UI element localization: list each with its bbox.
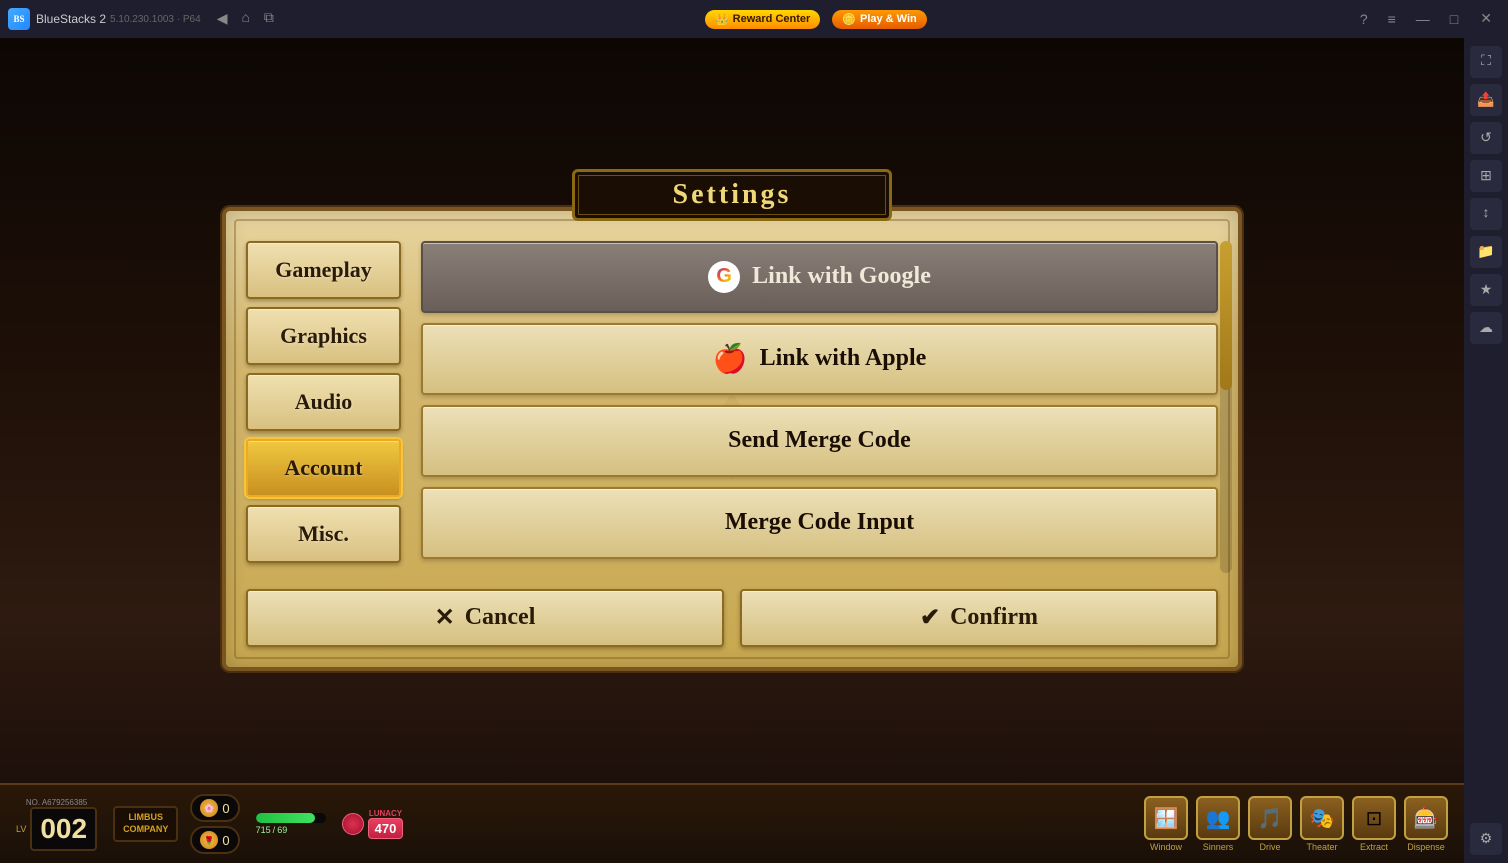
sidebar-icon-5[interactable]: 📁 bbox=[1470, 236, 1502, 268]
hud-action-sinners[interactable]: 👥 Sinners bbox=[1196, 796, 1240, 852]
send-merge-button[interactable]: Send Merge Code bbox=[421, 405, 1218, 477]
back-button[interactable]: ◀ bbox=[213, 9, 232, 30]
level-value: 002 bbox=[30, 807, 97, 851]
hud-logo: LIMBUS COMPANY bbox=[113, 806, 178, 841]
drive-icon: 🎵 bbox=[1248, 796, 1292, 840]
currency-1-icon: 🌸 bbox=[200, 799, 218, 817]
lunacy-label: LUNACY bbox=[369, 809, 402, 818]
app-version: 5.10.230.1003 · P64 bbox=[110, 14, 201, 25]
apple-icon: 🍎 bbox=[713, 342, 748, 376]
nav-btn-graphics[interactable]: Graphics bbox=[246, 307, 401, 365]
settings-title-banner: Settings bbox=[572, 169, 892, 221]
titlebar-actions: ? ≡ — □ ✕ bbox=[1354, 9, 1500, 30]
dispense-icon: 🎰 bbox=[1404, 796, 1448, 840]
link-apple-button[interactable]: 🍎 Link with Apple bbox=[421, 323, 1218, 395]
reward-crown-icon: 👑 bbox=[715, 13, 729, 26]
settings-content: Gameplay Graphics Audio Account Misc. bbox=[246, 241, 1218, 573]
confirm-button[interactable]: ✔ Confirm bbox=[740, 589, 1218, 647]
settings-right: G Link with Google 🍎 Link with Apple Sen… bbox=[421, 241, 1218, 573]
currency-2-icon: 🌹 bbox=[200, 831, 218, 849]
nav-btn-misc[interactable]: Misc. bbox=[246, 505, 401, 563]
hp-bar-track bbox=[256, 813, 326, 823]
lv-label: LV bbox=[16, 824, 26, 834]
scrollbar-thumb[interactable] bbox=[1220, 241, 1232, 390]
app-logo: BS bbox=[8, 8, 30, 30]
confirm-icon: ✔ bbox=[920, 603, 940, 632]
close-button[interactable]: ✕ bbox=[1472, 9, 1500, 30]
sidebar-icon-2[interactable]: ↺ bbox=[1470, 122, 1502, 154]
play-win-coin-icon: 🪙 bbox=[842, 13, 856, 26]
hud-currency-1: 🌸 0 bbox=[190, 794, 239, 822]
modal-overlay: Settings ⚜ Gameplay Graphics bbox=[0, 38, 1464, 863]
titlebar-center: 👑 Reward Center 🪙 Play & Win bbox=[278, 10, 1354, 29]
multi-button[interactable]: ⧉ bbox=[260, 9, 278, 29]
bottom-hud: NO. A679256385 LV 002 LIMBUS COMPANY 🌸 0… bbox=[0, 783, 1464, 863]
hud-action-dispense[interactable]: 🎰 Dispense bbox=[1404, 796, 1448, 852]
minimize-button[interactable]: — bbox=[1410, 9, 1436, 29]
play-win-button[interactable]: 🪙 Play & Win bbox=[832, 10, 926, 29]
nav-btn-account[interactable]: Account bbox=[246, 439, 401, 497]
hud-level: NO. A679256385 LV 002 bbox=[16, 798, 97, 851]
game-area: Settings ⚜ Gameplay Graphics bbox=[0, 38, 1464, 863]
reward-center-button[interactable]: 👑 Reward Center bbox=[705, 10, 820, 29]
maximize-button[interactable]: □ bbox=[1444, 9, 1464, 29]
home-button[interactable]: ⌂ bbox=[237, 9, 253, 29]
level-label: NO. A679256385 bbox=[26, 798, 87, 807]
hud-action-drive[interactable]: 🎵 Drive bbox=[1248, 796, 1292, 852]
scrollbar-track[interactable] bbox=[1220, 241, 1232, 573]
hp-max: 69 bbox=[277, 825, 287, 835]
help-button[interactable]: ? bbox=[1354, 9, 1374, 29]
settings-panel: ⚜ Gameplay Graphics Audio bbox=[222, 207, 1242, 671]
titlebar: BS BlueStacks 2 5.10.230.1003 · P64 ◀ ⌂ … bbox=[0, 0, 1508, 38]
link-google-button[interactable]: G Link with Google bbox=[421, 241, 1218, 313]
google-icon: G bbox=[708, 261, 740, 293]
sidebar-icon-0[interactable]: ⛶ bbox=[1470, 46, 1502, 78]
cancel-icon: ✕ bbox=[435, 603, 455, 632]
merge-code-input-button[interactable]: Merge Code Input bbox=[421, 487, 1218, 559]
settings-title: Settings bbox=[673, 179, 792, 211]
settings-container: Settings ⚜ Gameplay Graphics bbox=[222, 191, 1242, 671]
sidebar-icon-1[interactable]: 📤 bbox=[1470, 84, 1502, 116]
sidebar-icon-4[interactable]: ↕ bbox=[1470, 198, 1502, 230]
nav-btn-audio[interactable]: Audio bbox=[246, 373, 401, 431]
hud-hp-bar: 715 / 69 bbox=[256, 813, 326, 835]
extract-icon: ⊡ bbox=[1352, 796, 1396, 840]
sidebar-icon-3[interactable]: ⊞ bbox=[1470, 160, 1502, 192]
cancel-button[interactable]: ✕ Cancel bbox=[246, 589, 724, 647]
lunacy-icon bbox=[342, 813, 364, 835]
hp-current: 715 bbox=[256, 825, 271, 835]
hud-actions: 🪟 Window 👥 Sinners 🎵 Drive 🎭 Theater ⊡ E… bbox=[1144, 796, 1448, 852]
window-icon: 🪟 bbox=[1144, 796, 1188, 840]
settings-bottom: ✕ Cancel ✔ Confirm bbox=[246, 589, 1218, 647]
sinners-icon: 👥 bbox=[1196, 796, 1240, 840]
hp-bar-fill bbox=[256, 813, 316, 823]
sidebar-icon-7[interactable]: ☁ bbox=[1470, 312, 1502, 344]
nav-btn-gameplay[interactable]: Gameplay bbox=[246, 241, 401, 299]
hud-lunacy: LUNACY 470 bbox=[342, 809, 404, 839]
hud-action-window[interactable]: 🪟 Window bbox=[1144, 796, 1188, 852]
hud-action-extract[interactable]: ⊡ Extract bbox=[1352, 796, 1396, 852]
titlebar-nav: ◀ ⌂ ⧉ bbox=[213, 9, 278, 30]
app-name: BlueStacks 2 bbox=[36, 12, 106, 26]
theater-icon: 🎭 bbox=[1300, 796, 1344, 840]
sidebar-icon-6[interactable]: ★ bbox=[1470, 274, 1502, 306]
sidebar-icon-settings[interactable]: ⚙ bbox=[1470, 823, 1502, 855]
settings-nav: Gameplay Graphics Audio Account Misc. bbox=[246, 241, 401, 573]
hud-currency-2: 🌹 0 bbox=[190, 826, 239, 854]
hud-action-theater[interactable]: 🎭 Theater bbox=[1300, 796, 1344, 852]
menu-button[interactable]: ≡ bbox=[1382, 9, 1402, 29]
lunacy-value: 470 bbox=[368, 818, 404, 839]
right-sidebar: ⛶ 📤 ↺ ⊞ ↕ 📁 ★ ☁ ⚙ bbox=[1464, 38, 1508, 863]
